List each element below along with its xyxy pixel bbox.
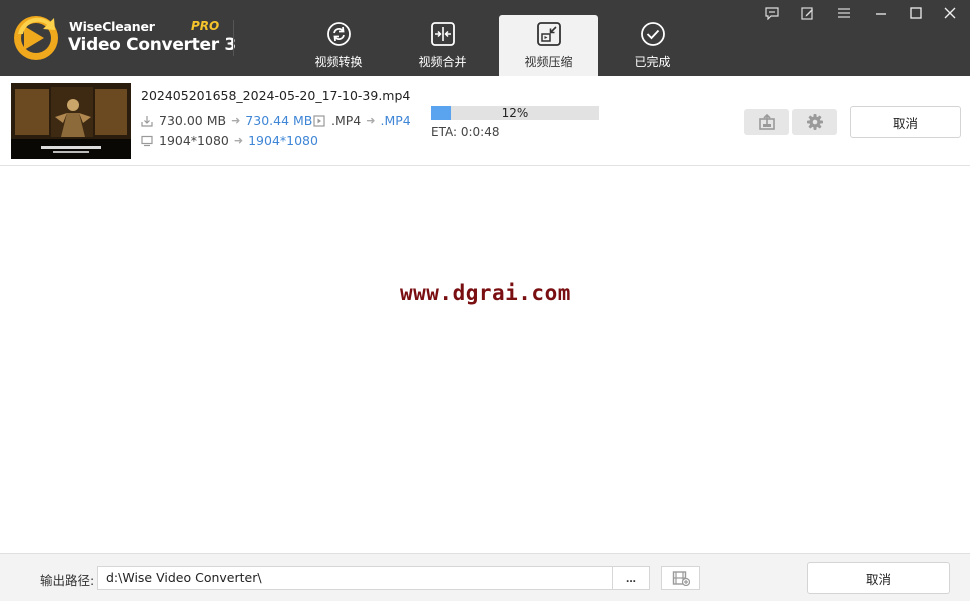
resolution-to: 1904*1080 [248,133,318,148]
maximize-button[interactable] [906,4,926,22]
pro-badge: PRO [191,19,220,33]
gear-icon [806,114,823,130]
minimize-icon [876,13,886,15]
size-to: 730.44 MB [245,113,313,128]
footer-cancel-button[interactable]: 取消 [807,562,950,594]
arrow-right-icon: ➜ [233,134,244,147]
app-logo-icon [14,16,58,60]
check-circle-icon [640,22,665,46]
browse-button[interactable]: ... [612,566,650,590]
monitor-icon [141,135,153,146]
tab-label: 已完成 [634,55,671,69]
edit-icon [800,6,813,20]
output-path-label: 输出路径: [40,573,95,588]
video-format-icon [313,114,325,127]
menu-icon [838,8,850,18]
task-row: 202405201658_2024-05-20_17-10-39.mp4 730… [0,76,970,166]
settings-button[interactable] [792,109,837,135]
brand-name: WiseCleaner [69,19,155,34]
size-from: 730.00 MB [159,113,227,128]
close-button[interactable] [940,4,960,22]
app-title: Video Converter 3 [68,35,236,55]
tab-completed[interactable]: 已完成 [603,15,702,76]
footer-bar: 输出路径: d:\Wise Video Converter\ ... 取消 [0,553,970,601]
minimize-button[interactable] [871,4,891,22]
file-size-info: 730.00 MB ➜ 730.44 MB [141,113,312,128]
watermark-text: www.dgrai.com [400,281,571,305]
video-thumbnail [11,83,131,159]
maximize-icon [910,7,922,19]
merge-icon [430,22,455,46]
folder-video-icon [672,571,690,586]
tab-video-compress[interactable]: 视频压缩 [499,15,598,76]
tab-label: 视频合并 [418,55,467,69]
open-folder-button[interactable] [661,566,700,590]
export-button[interactable] [744,109,789,135]
close-icon [944,7,956,19]
feedback-button[interactable] [762,4,782,22]
export-icon [758,113,775,130]
format-from: .MP4 [331,113,362,128]
progress-percent: 12% [501,106,529,120]
tab-label: 视频转换 [314,55,363,69]
output-path-input[interactable]: d:\Wise Video Converter\ [97,566,613,590]
title-bar: WiseCleaner PRO Video Converter 3 视频转换 视… [0,0,970,76]
compress-icon [536,22,561,46]
refresh-icon [326,22,351,46]
format-info: .MP4 ➜ .MP4 [313,113,411,128]
message-icon [765,6,779,20]
tab-video-convert[interactable]: 视频转换 [289,15,388,76]
tab-label: 视频压缩 [524,55,573,69]
eta-text: ETA: 0:0:48 [431,125,500,139]
file-name: 202405201658_2024-05-20_17-10-39.mp4 [141,88,411,103]
edit-button[interactable] [797,4,817,22]
task-cancel-button[interactable]: 取消 [850,106,961,138]
tab-video-merge[interactable]: 视频合并 [393,15,492,76]
brand-divider [233,20,234,56]
resolution-from: 1904*1080 [159,133,229,148]
arrow-right-icon: ➜ [231,114,241,127]
resolution-info: 1904*1080 ➜ 1904*1080 [141,133,318,148]
format-to: .MP4 [380,113,411,128]
arrow-right-icon: ➜ [366,114,376,127]
progress-bar: 12% [431,106,599,120]
file-size-icon [141,115,153,127]
main-menu-button[interactable] [834,4,854,22]
